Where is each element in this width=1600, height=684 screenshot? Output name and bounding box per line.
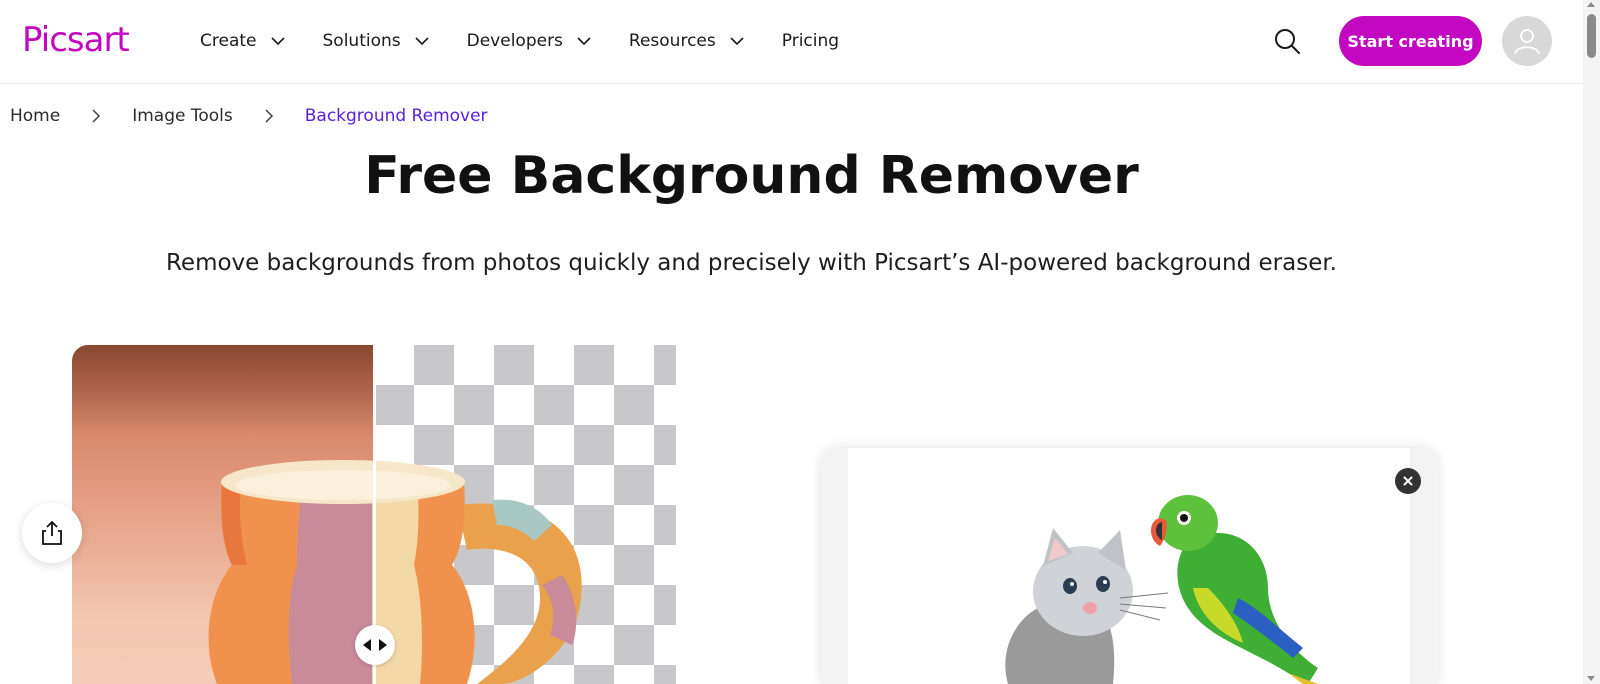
breadcrumb-background-remover: Background Remover (304, 106, 488, 126)
share-icon (42, 520, 62, 545)
kitten-and-parrot-illustration (1005, 495, 1318, 684)
page-scrollbar[interactable] (1583, 0, 1600, 684)
user-icon (1514, 29, 1540, 55)
example-result-card (821, 448, 1438, 684)
page-subtitle: Remove backgrounds from photos quickly a… (165, 250, 1337, 276)
nav-resources[interactable]: Resources (629, 31, 746, 51)
nav-create[interactable]: Create (200, 31, 287, 51)
nav-pricing[interactable]: Pricing (782, 31, 839, 51)
chevron-down-icon (577, 37, 591, 46)
nav-developers[interactable]: Developers (467, 31, 593, 51)
nav-resources-label: Resources (628, 31, 716, 51)
breadcrumb-image-tools[interactable]: Image Tools (132, 106, 233, 126)
chevron-down-icon (730, 37, 744, 46)
chevron-down-icon (270, 37, 285, 46)
close-button[interactable] (1395, 468, 1421, 494)
page-title: Free Background Remover (364, 146, 1139, 206)
breadcrumb-home[interactable]: Home (10, 106, 60, 126)
compare-arrows-icon[interactable] (355, 625, 395, 665)
picsart-logo[interactable]: Picsart (22, 20, 130, 60)
kitten-parrot-image (848, 448, 1410, 684)
nav-solutions[interactable]: Solutions (323, 31, 431, 51)
main-nav: Create Solutions Developers Resources Pr… (200, 28, 875, 54)
site-header: Picsart Create Solutions Developers Reso… (0, 0, 1583, 84)
close-icon (1403, 476, 1413, 486)
nav-create-label: Create (200, 31, 257, 51)
before-after-comparison[interactable] (72, 345, 676, 684)
nav-developers-label: Developers (466, 31, 563, 51)
scroll-up-arrow-icon[interactable] (1587, 2, 1595, 7)
avatar[interactable] (1502, 16, 1552, 66)
share-button[interactable] (22, 503, 82, 563)
scroll-thumb[interactable] (1587, 14, 1596, 58)
start-creating-button[interactable]: Start creating (1339, 16, 1482, 66)
breadcrumb: Home Image Tools Background Remover (10, 104, 488, 128)
search-icon[interactable] (1272, 26, 1302, 56)
scroll-down-arrow-icon[interactable] (1587, 676, 1595, 681)
chevron-right-icon (265, 109, 273, 123)
chevron-down-icon (415, 37, 429, 46)
nav-pricing-label: Pricing (781, 31, 840, 51)
chevron-right-icon (92, 109, 101, 123)
nav-solutions-label: Solutions (322, 31, 401, 51)
